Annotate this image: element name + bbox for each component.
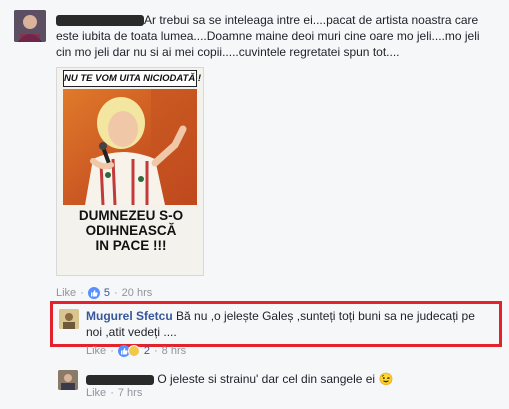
comment-text-line: Ar trebui sa se inteleaga intre ei....pa… bbox=[56, 12, 496, 60]
redacted-author-name bbox=[86, 374, 154, 385]
comment-body: Ar trebui sa se inteleaga intre ei....pa… bbox=[56, 12, 496, 60]
separator-dot: · bbox=[80, 287, 84, 299]
separator-dot: · bbox=[153, 345, 158, 357]
redacted-author-name bbox=[56, 15, 144, 27]
like-link[interactable]: Like bbox=[86, 345, 106, 357]
like-link[interactable]: Like bbox=[56, 287, 76, 299]
memorial-banner: NU TE VOM UITA NICIODATĂ ! bbox=[63, 70, 201, 87]
reply-actions: Like · 7 hrs bbox=[86, 387, 142, 399]
timestamp[interactable]: 20 hrs bbox=[122, 287, 153, 299]
like-reaction-icon[interactable] bbox=[87, 287, 100, 299]
memorial-image[interactable]: NU TE VOM UITA NICIODATĂ ! DUMNEZEU S-O … bbox=[56, 67, 204, 276]
reaction-count[interactable]: 2 bbox=[144, 345, 150, 357]
memorial-caption: DUMNEZEU S-O ODIHNEASCĂ IN PACE !!! bbox=[59, 208, 203, 253]
reply-avatar[interactable] bbox=[58, 370, 78, 390]
reply-actions: Like · 2 · 8 hrs bbox=[86, 345, 186, 357]
caption-line: ODIHNEASCĂ bbox=[85, 223, 177, 238]
separator-dot: · bbox=[110, 345, 114, 357]
comment-actions: Like · 5 · 20 hrs bbox=[56, 287, 152, 299]
reply-text-block: O jeleste si strainu' dar cel din sangel… bbox=[86, 371, 491, 387]
reply-text-block: Mugurel Sfetcu Bă nu ,o jelește Galeș ,s… bbox=[86, 308, 491, 340]
timestamp[interactable]: 7 hrs bbox=[118, 387, 142, 399]
reply-body: Mugurel Sfetcu Bă nu ,o jelește Galeș ,s… bbox=[86, 308, 491, 340]
wink-emoji-icon: 😉 bbox=[378, 372, 394, 386]
sad-reaction-icon[interactable] bbox=[127, 345, 140, 357]
timestamp[interactable]: 8 hrs bbox=[162, 345, 186, 357]
commenter-avatar[interactable] bbox=[14, 10, 46, 42]
like-link[interactable]: Like bbox=[86, 387, 106, 399]
reply-avatar[interactable] bbox=[59, 309, 79, 329]
separator-dot: · bbox=[113, 287, 118, 299]
reply-text: O jeleste si strainu' dar cel din sangel… bbox=[157, 372, 376, 386]
reply-author-name[interactable]: Mugurel Sfetcu bbox=[86, 309, 173, 323]
reply-body: O jeleste si strainu' dar cel din sangel… bbox=[86, 371, 491, 387]
singer-photo bbox=[63, 89, 197, 205]
reaction-count[interactable]: 5 bbox=[104, 287, 110, 299]
caption-line: DUMNEZEU S-O bbox=[78, 208, 184, 223]
separator-dot: · bbox=[110, 387, 114, 399]
caption-line: IN PACE !!! bbox=[95, 238, 167, 253]
